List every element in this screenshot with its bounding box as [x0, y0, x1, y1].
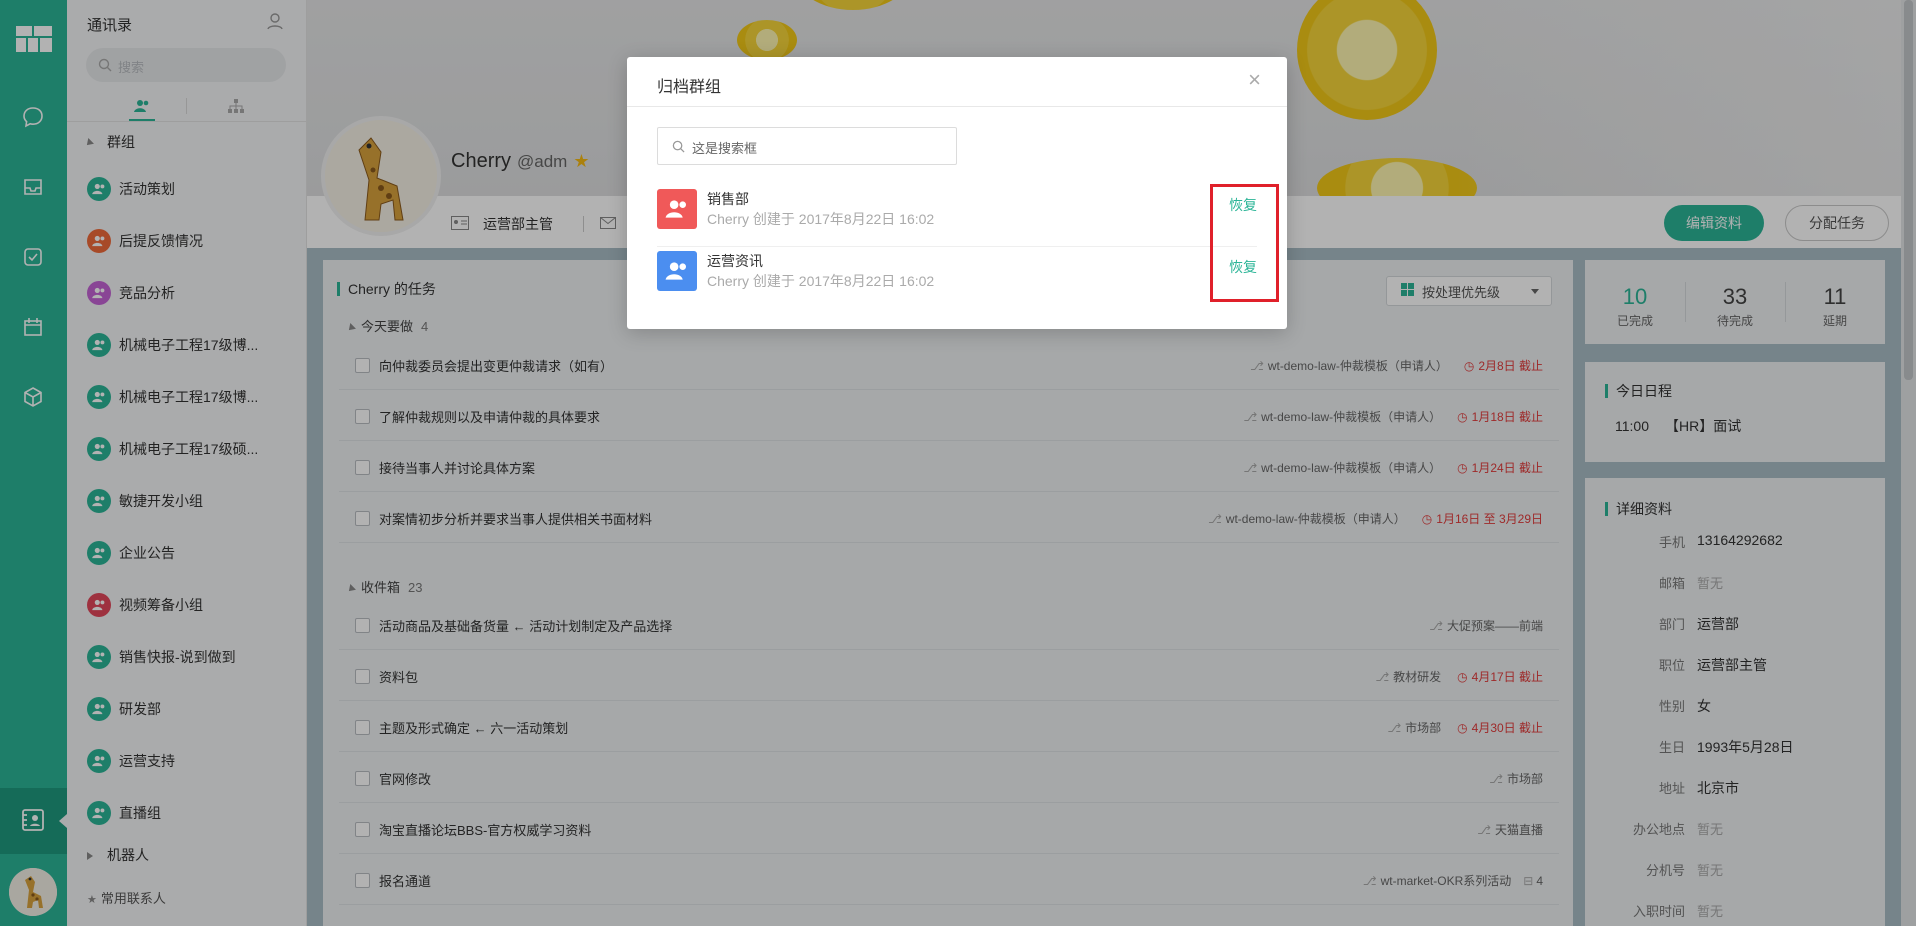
- modal-search-placeholder: 这是搜索框: [692, 141, 758, 156]
- archived-group-info: Cherry 创建于 2017年8月22日 16:02: [707, 273, 935, 289]
- search-icon: [672, 140, 685, 156]
- archived-group-row: 销售部 Cherry 创建于 2017年8月22日 16:02 恢复: [657, 185, 1257, 247]
- archived-groups-modal: 归档群组 × 这是搜索框 销售部 Cherry 创建于 2017年8月22日 16…: [627, 57, 1287, 329]
- group-avatar-icon: [657, 251, 697, 291]
- restore-buttons-highlight-box: [1210, 184, 1279, 302]
- close-icon[interactable]: ×: [1248, 69, 1261, 91]
- group-avatar-icon: [657, 189, 697, 229]
- archived-group-row: 运营资讯 Cherry 创建于 2017年8月22日 16:02 恢复: [657, 247, 1257, 309]
- archived-group-info: Cherry 创建于 2017年8月22日 16:02: [707, 211, 935, 227]
- modal-search-input[interactable]: 这是搜索框: [657, 127, 957, 165]
- archived-group-name: 运营资讯: [707, 253, 763, 269]
- modal-header: 归档群组 ×: [627, 57, 1287, 107]
- modal-title: 归档群组: [657, 79, 722, 96]
- archived-group-name: 销售部: [707, 191, 749, 207]
